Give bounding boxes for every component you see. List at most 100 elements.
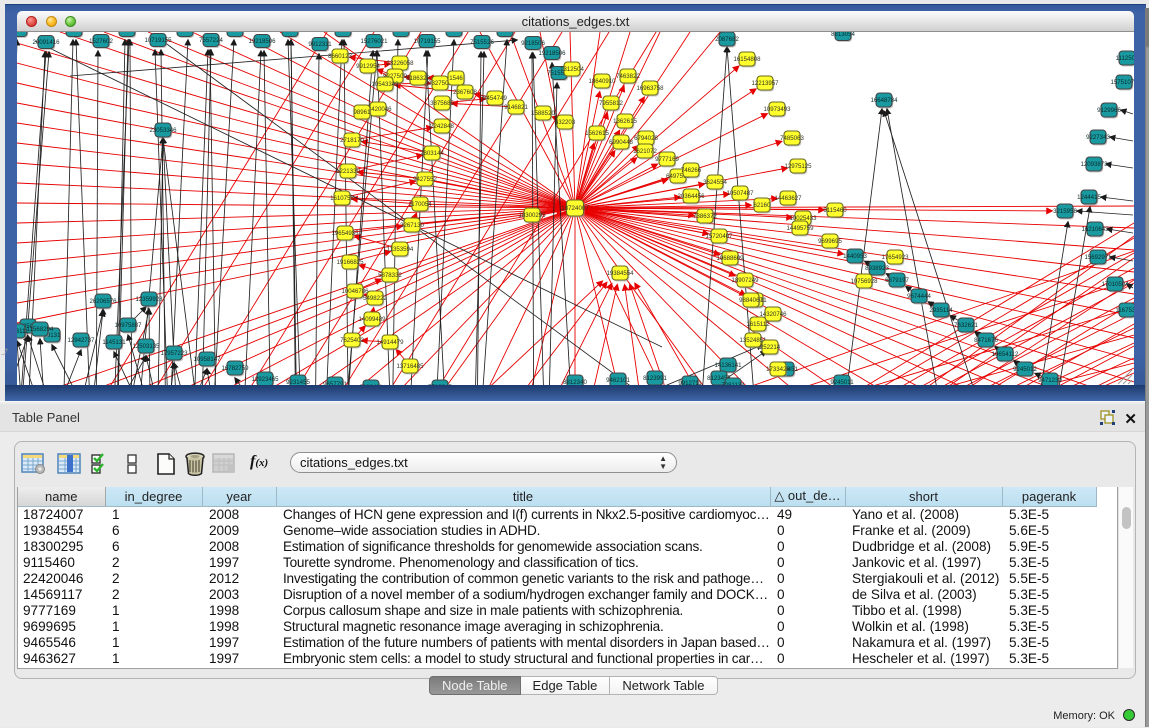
svg-text:9146821: 9146821 bbox=[504, 104, 528, 111]
svg-text:8123991: 8123991 bbox=[643, 375, 667, 382]
svg-text:10553267: 10553267 bbox=[329, 32, 357, 34]
svg-text:14136141: 14136141 bbox=[714, 362, 742, 369]
svg-text:632203: 632203 bbox=[555, 119, 576, 126]
svg-text:7515526: 7515526 bbox=[470, 39, 494, 46]
svg-text:8938923: 8938923 bbox=[865, 265, 889, 272]
svg-text:12975125: 12975125 bbox=[784, 163, 812, 170]
svg-text:8660123: 8660123 bbox=[328, 53, 352, 60]
svg-text:8471676: 8471676 bbox=[974, 337, 998, 344]
svg-text:1145131: 1145131 bbox=[102, 339, 126, 346]
svg-text:5878332: 5878332 bbox=[378, 272, 402, 279]
svg-text:18300295: 18300295 bbox=[518, 212, 546, 219]
svg-text:26206576: 26206576 bbox=[89, 298, 117, 305]
svg-text:3215958: 3215958 bbox=[1053, 208, 1077, 215]
svg-text:18907249: 18907249 bbox=[731, 277, 759, 284]
svg-text:1362615: 1362615 bbox=[613, 118, 637, 125]
svg-text:14463627: 14463627 bbox=[774, 195, 802, 202]
svg-text:3624554: 3624554 bbox=[703, 179, 727, 186]
svg-text:3267130: 3267130 bbox=[400, 222, 424, 229]
svg-text:3875685: 3875685 bbox=[430, 100, 454, 107]
svg-text:11568294: 11568294 bbox=[27, 326, 54, 333]
svg-text:13716485: 13716485 bbox=[396, 363, 424, 370]
svg-text:16671355: 16671355 bbox=[171, 32, 199, 34]
svg-text:9466160: 9466160 bbox=[389, 32, 413, 34]
svg-text:1733426: 1733426 bbox=[766, 366, 790, 373]
svg-text:20091416: 20091416 bbox=[32, 39, 60, 46]
svg-text:9245012: 9245012 bbox=[1013, 366, 1037, 373]
svg-text:15751074: 15751074 bbox=[1110, 79, 1134, 86]
svg-text:9471230: 9471230 bbox=[1038, 377, 1062, 384]
svg-text:12942737: 12942737 bbox=[67, 337, 95, 344]
svg-text:23226058: 23226058 bbox=[386, 60, 414, 67]
svg-text:8454749: 8454749 bbox=[483, 95, 507, 102]
svg-text:9699695: 9699695 bbox=[818, 238, 842, 245]
svg-text:20364456: 20364456 bbox=[677, 193, 705, 200]
svg-text:1610755: 1610755 bbox=[330, 195, 354, 202]
svg-text:24055721: 24055721 bbox=[17, 32, 33, 34]
svg-text:1112504: 1112504 bbox=[1116, 55, 1134, 62]
svg-text:10507487: 10507487 bbox=[726, 190, 754, 197]
svg-text:1527602: 1527602 bbox=[89, 38, 113, 45]
svg-text:10688609: 10688609 bbox=[716, 255, 744, 262]
svg-text:7386372: 7386372 bbox=[693, 213, 717, 220]
svg-text:1440953: 1440953 bbox=[843, 253, 867, 260]
svg-text:14914479: 14914479 bbox=[376, 339, 404, 346]
svg-text:11353594: 11353594 bbox=[387, 246, 414, 253]
svg-text:9674444: 9674444 bbox=[907, 293, 931, 300]
svg-text:7485063: 7485063 bbox=[780, 135, 804, 142]
svg-text:17957223: 17957223 bbox=[160, 350, 188, 357]
svg-text:9227343: 9227343 bbox=[1086, 134, 1110, 141]
svg-text:16154808: 16154808 bbox=[733, 56, 761, 63]
svg-text:10654112: 10654112 bbox=[992, 351, 1019, 358]
svg-text:16782759: 16782759 bbox=[221, 365, 249, 372]
svg-text:10543342: 10543342 bbox=[371, 81, 399, 88]
svg-text:10719155: 10719155 bbox=[413, 38, 441, 45]
svg-text:1562615: 1562615 bbox=[585, 130, 609, 137]
svg-text:6466160: 6466160 bbox=[115, 32, 139, 34]
svg-text:7955812: 7955812 bbox=[599, 100, 623, 107]
svg-text:16648784: 16648784 bbox=[870, 97, 898, 104]
svg-text:9912311: 9912311 bbox=[308, 41, 332, 48]
svg-text:15692971: 15692971 bbox=[1084, 254, 1112, 261]
svg-text:16210643: 16210643 bbox=[1081, 226, 1109, 233]
svg-text:17654923: 17654923 bbox=[881, 254, 909, 261]
svg-text:9129966: 9129966 bbox=[1097, 107, 1121, 114]
svg-text:8813054: 8813054 bbox=[493, 32, 517, 34]
svg-text:2367608: 2367608 bbox=[453, 89, 477, 96]
svg-text:19166825: 19166825 bbox=[336, 259, 364, 266]
svg-text:2935114: 2935114 bbox=[929, 307, 953, 314]
svg-text:18640910: 18640910 bbox=[588, 78, 616, 85]
svg-text:19218506: 19218506 bbox=[248, 38, 276, 45]
svg-text:19218506: 19218506 bbox=[538, 50, 566, 57]
svg-text:6794028: 6794028 bbox=[634, 135, 658, 142]
svg-text:1546: 1546 bbox=[449, 75, 463, 82]
svg-text:8813054: 8813054 bbox=[278, 32, 302, 34]
svg-text:19654935: 19654935 bbox=[331, 230, 359, 237]
svg-text:7557224: 7557224 bbox=[199, 37, 223, 44]
svg-text:5498222: 5498222 bbox=[363, 295, 387, 302]
svg-text:9427552: 9427552 bbox=[413, 176, 437, 183]
svg-text:6879197: 6879197 bbox=[885, 277, 909, 284]
svg-text:7625402: 7625402 bbox=[340, 337, 364, 344]
svg-text:10719155: 10719155 bbox=[144, 37, 172, 44]
svg-text:252214: 252214 bbox=[760, 344, 781, 351]
svg-text:12503135: 12503135 bbox=[132, 343, 160, 350]
svg-text:9777169: 9777169 bbox=[655, 156, 679, 163]
svg-text:17010504: 17010504 bbox=[1101, 281, 1129, 288]
svg-text:9462101: 9462101 bbox=[606, 377, 630, 384]
svg-text:9912954: 9912954 bbox=[356, 63, 380, 70]
svg-text:12923465: 12923465 bbox=[251, 376, 279, 383]
svg-text:7632621: 7632621 bbox=[954, 322, 978, 329]
svg-text:8186328: 8186328 bbox=[406, 75, 430, 82]
svg-text:9218506: 9218506 bbox=[521, 40, 545, 47]
svg-text:19384554: 19384554 bbox=[606, 270, 634, 277]
svg-text:9115460: 9115460 bbox=[823, 207, 847, 214]
svg-text:1170054: 1170054 bbox=[408, 201, 432, 208]
svg-text:1221339: 1221339 bbox=[336, 168, 360, 175]
svg-text:1615112: 1615112 bbox=[746, 321, 770, 328]
svg-text:7463822: 7463822 bbox=[616, 73, 640, 80]
svg-text:12359928: 12359928 bbox=[135, 296, 163, 303]
svg-text:8813054: 8813054 bbox=[831, 32, 855, 38]
svg-text:15276021: 15276021 bbox=[360, 38, 388, 45]
svg-text:16671355: 16671355 bbox=[440, 32, 468, 34]
